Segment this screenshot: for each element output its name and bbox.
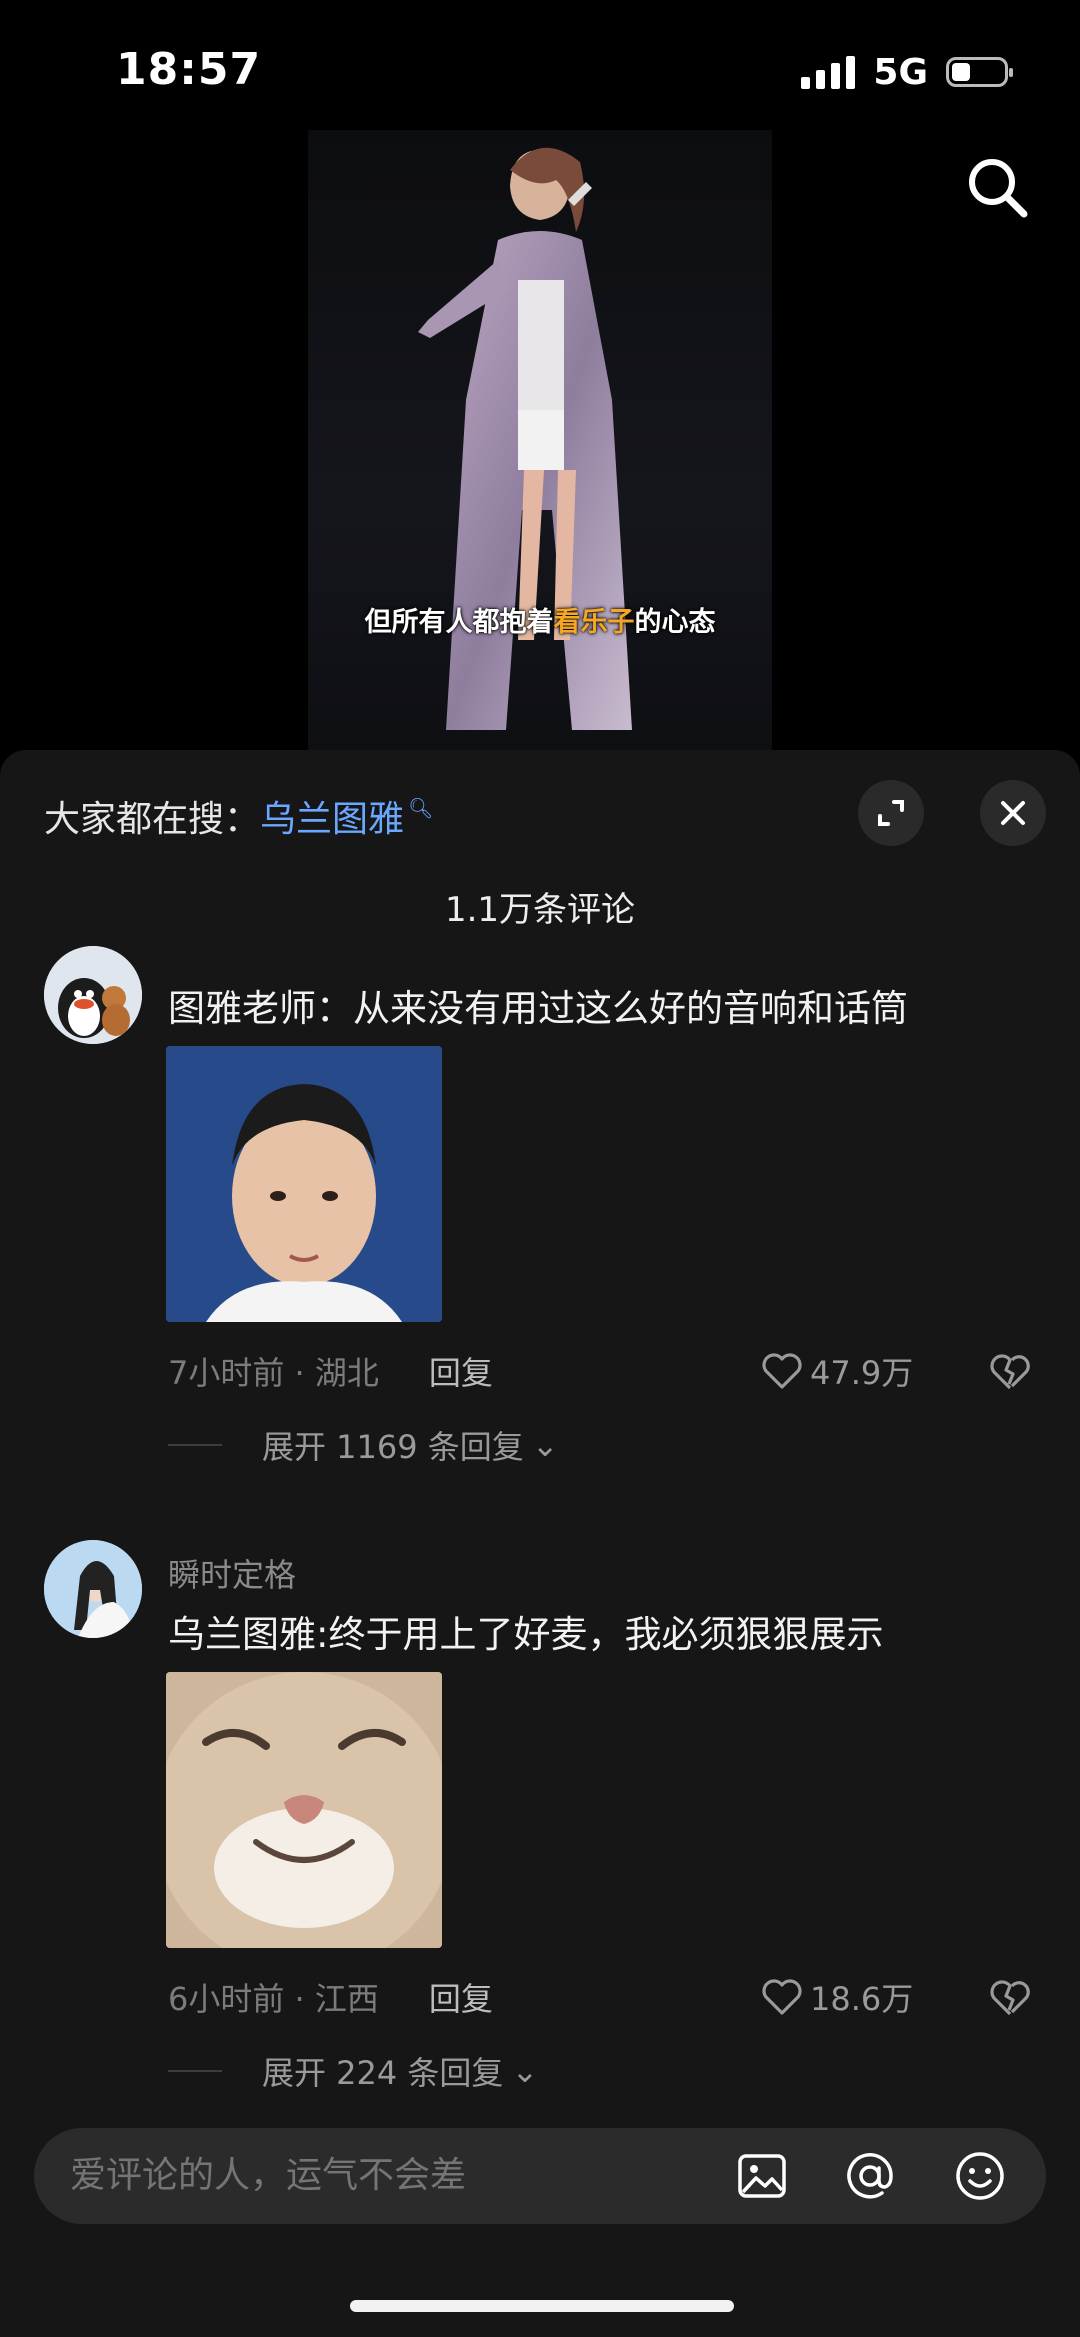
avatar[interactable] xyxy=(44,946,142,1044)
woman-avatar-icon xyxy=(44,1540,142,1638)
comments-sheet: 大家都在搜： 乌兰图雅 🔍︎ 1.1万条评论 图雅老师：从来没有用过这么好的音响… xyxy=(0,750,1080,2337)
chevron-down-icon: ⌄ xyxy=(531,1426,559,1464)
avatar[interactable] xyxy=(44,1540,142,1638)
comment-image[interactable] xyxy=(166,1672,442,1948)
reply-button[interactable]: 回复 xyxy=(429,1348,493,1394)
battery-icon xyxy=(946,57,1013,87)
like-count: 18.6万 xyxy=(810,1980,914,2018)
chevron-down-icon: ⌄ xyxy=(511,2052,539,2090)
hot-search-banner[interactable]: 大家都在搜： 乌兰图雅 🔍︎ xyxy=(44,790,433,842)
broken-heart-icon[interactable] xyxy=(988,1976,1032,2020)
smiling-cat-image xyxy=(166,1672,442,1948)
search-small-icon: 🔍︎ xyxy=(408,796,434,820)
close-icon xyxy=(1001,801,1025,825)
penguin-avatar-icon xyxy=(44,946,142,1044)
video-player[interactable]: 但所有人都抱着看乐子的心态 xyxy=(308,130,772,750)
expand-button[interactable] xyxy=(858,780,924,846)
reply-button[interactable]: 回复 xyxy=(429,1974,493,2020)
comment-text: 乌兰图雅:终于用上了好麦，我必须狠狠展示 xyxy=(168,1613,884,1656)
like-button[interactable]: 18.6万 xyxy=(760,1974,913,2020)
comment-count: 1.1万条评论 xyxy=(444,890,636,930)
hot-search-term[interactable]: 乌兰图雅 xyxy=(260,790,404,842)
man-portrait-image xyxy=(166,1046,442,1322)
like-button[interactable]: 47.9万 xyxy=(760,1348,913,1394)
expand-icon xyxy=(878,800,904,826)
expand-replies-button[interactable]: 展开 1169 条回复 ⌄ xyxy=(168,1422,559,1468)
status-indicators: 5G xyxy=(801,50,1013,94)
heart-icon xyxy=(762,1353,802,1389)
divider-line xyxy=(168,2070,222,2072)
broken-heart-icon[interactable] xyxy=(988,1350,1032,1394)
expand-replies-button[interactable]: 展开 224 条回复 ⌄ xyxy=(168,2048,538,2094)
comment-input-bar xyxy=(34,2128,1046,2224)
heart-icon xyxy=(762,1979,802,2015)
home-indicator[interactable] xyxy=(350,2300,734,2312)
video-subtitle: 但所有人都抱着看乐子的心态 xyxy=(364,607,716,638)
comment-image[interactable] xyxy=(166,1046,442,1322)
performer-image xyxy=(418,147,632,730)
mention-icon[interactable] xyxy=(842,2148,898,2204)
divider-line xyxy=(168,1444,222,1446)
image-icon[interactable] xyxy=(734,2148,790,2204)
emoji-icon[interactable] xyxy=(952,2148,1008,2204)
like-count: 47.9万 xyxy=(810,1354,914,1392)
comment-meta: 6小时前 · 江西 回复 xyxy=(168,1974,493,2020)
status-time: 18:57 xyxy=(116,44,262,95)
comment-text: 图雅老师：从来没有用过这么好的音响和话筒 xyxy=(168,987,908,1030)
comment-meta: 7小时前 · 湖北 回复 xyxy=(168,1348,493,1394)
network-type: 5G xyxy=(873,51,928,93)
signal-icon xyxy=(801,55,856,89)
close-button[interactable] xyxy=(980,780,1046,846)
hot-search-prefix: 大家都在搜： xyxy=(44,799,261,840)
username[interactable]: 瞬时定格 xyxy=(168,1550,296,1596)
search-icon[interactable] xyxy=(962,152,1032,222)
subtitle-highlight: 看乐子 xyxy=(553,607,635,638)
comment-input[interactable] xyxy=(68,2154,492,2197)
